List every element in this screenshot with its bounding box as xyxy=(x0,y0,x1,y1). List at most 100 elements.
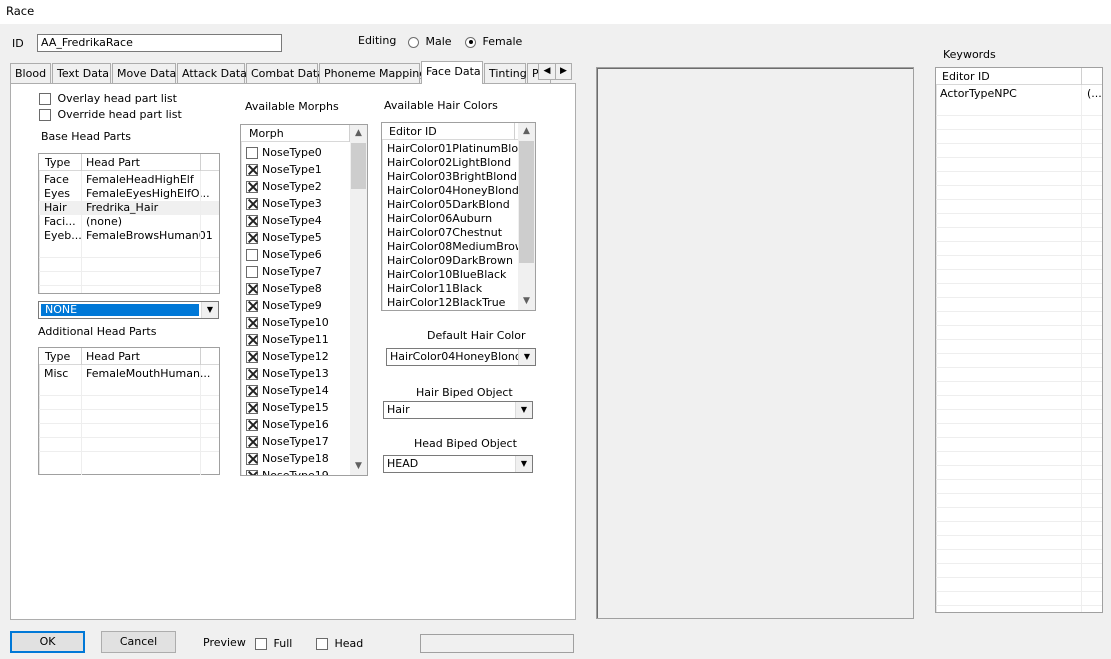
hair-color-item[interactable]: HairColor12BlackTrue xyxy=(387,296,535,310)
male-radio-circle[interactable] xyxy=(408,36,419,48)
column-header-head-part[interactable]: Head Part xyxy=(86,156,140,169)
hair-color-item[interactable]: HairColor09DarkBrown xyxy=(387,254,535,268)
table-row[interactable]: ActorTypeNPC (... xyxy=(936,87,1102,101)
hair-biped-combo[interactable]: Hair ▼ xyxy=(383,401,533,419)
morph-item[interactable]: NoseType18 xyxy=(246,452,329,469)
preview-pane[interactable] xyxy=(596,67,914,619)
morph-item[interactable]: NoseType16 xyxy=(246,418,329,435)
female-radio-circle[interactable] xyxy=(465,36,476,48)
head-checkbox-box[interactable] xyxy=(316,638,328,650)
tab-attack-data[interactable]: Attack Data xyxy=(177,63,247,83)
morph-checkbox[interactable] xyxy=(246,385,258,397)
morph-item[interactable]: NoseType15 xyxy=(246,401,329,418)
scroll-up-icon[interactable]: ▲ xyxy=(350,125,367,142)
hair-color-item[interactable]: HairColor10BlueBlack xyxy=(387,268,535,282)
head-part-combo[interactable]: NONE ▼ xyxy=(38,301,219,319)
hair-color-item[interactable]: HairColor11Black xyxy=(387,282,535,296)
morph-item[interactable]: NoseType13 xyxy=(246,367,329,384)
table-row[interactable]: Eyeb... FemaleBrowsHuman01 xyxy=(39,229,219,243)
full-checkbox[interactable]: Full xyxy=(255,637,292,650)
morph-checkbox[interactable] xyxy=(246,334,258,346)
default-hair-color-combo[interactable]: HairColor04HoneyBlond ▼ xyxy=(386,348,536,366)
head-checkbox[interactable]: Head xyxy=(316,637,363,650)
tab-scroll-right-icon[interactable]: ▶ xyxy=(555,64,571,79)
table-row[interactable]: Eyes FemaleEyesHighElfO... xyxy=(39,187,219,201)
morph-scrollbar[interactable]: ▲ ▼ xyxy=(350,125,367,475)
hair-color-item[interactable]: HairColor07Chestnut xyxy=(387,226,535,240)
override-checkbox[interactable]: Override head part list xyxy=(39,108,182,121)
morph-item[interactable]: NoseType6 xyxy=(246,248,322,265)
morph-checkbox[interactable] xyxy=(246,402,258,414)
morph-item[interactable]: NoseType1 xyxy=(246,163,322,180)
morph-checkbox[interactable] xyxy=(246,147,258,159)
morph-checkbox[interactable] xyxy=(246,283,258,295)
overlay-checkbox[interactable]: Overlay head part list xyxy=(39,92,177,105)
morph-checkbox[interactable] xyxy=(246,419,258,431)
morph-checkbox[interactable] xyxy=(246,181,258,193)
hair-color-item[interactable]: HairColor04HoneyBlond xyxy=(387,184,535,198)
scroll-down-icon[interactable]: ▼ xyxy=(350,458,367,475)
morph-item[interactable]: NoseType7 xyxy=(246,265,322,282)
hair-color-item[interactable]: HairColor02LightBlond xyxy=(387,156,535,170)
hair-color-item[interactable]: HairColor01PlatinumBlond xyxy=(387,142,535,156)
column-header-head-part[interactable]: Head Part xyxy=(86,350,140,363)
morph-checkbox[interactable] xyxy=(246,164,258,176)
morph-checkbox[interactable] xyxy=(246,215,258,227)
morph-item[interactable]: NoseType11 xyxy=(246,333,329,350)
cancel-button[interactable]: Cancel xyxy=(101,631,176,653)
column-header-type[interactable]: Type xyxy=(45,156,70,169)
column-header-type[interactable]: Type xyxy=(45,350,70,363)
morph-checkbox[interactable] xyxy=(246,232,258,244)
morph-checkbox[interactable] xyxy=(246,300,258,312)
override-checkbox-box[interactable] xyxy=(39,109,51,121)
hair-color-scrollbar[interactable]: ▲ ▼ xyxy=(518,123,535,310)
tab-move-data[interactable]: Move Data xyxy=(112,63,176,83)
chevron-down-icon[interactable]: ▼ xyxy=(515,456,532,472)
ok-button[interactable]: OK xyxy=(10,631,85,653)
scroll-down-icon[interactable]: ▼ xyxy=(518,293,535,310)
tab-tinting[interactable]: Tinting xyxy=(484,63,527,83)
female-radio[interactable]: Female xyxy=(465,35,522,48)
chevron-down-icon[interactable]: ▼ xyxy=(201,302,218,318)
morph-checkbox[interactable] xyxy=(246,266,258,278)
morph-item[interactable]: NoseType10 xyxy=(246,316,329,333)
morph-item[interactable]: NoseType12 xyxy=(246,350,329,367)
male-radio[interactable]: Male xyxy=(408,35,452,48)
morph-item[interactable]: NoseType5 xyxy=(246,231,322,248)
hair-color-item[interactable]: HairColor08MediumBrown xyxy=(387,240,535,254)
full-checkbox-box[interactable] xyxy=(255,638,267,650)
morph-item[interactable]: NoseType2 xyxy=(246,180,322,197)
chevron-down-icon[interactable]: ▼ xyxy=(515,402,532,418)
hair-color-item[interactable]: HairColor06Auburn xyxy=(387,212,535,226)
head-biped-combo[interactable]: HEAD ▼ xyxy=(383,455,533,473)
table-row-selected[interactable]: Hair Fredrika_Hair xyxy=(39,201,219,215)
table-row[interactable]: Face FemaleHeadHighElf xyxy=(39,173,219,187)
morph-checkbox[interactable] xyxy=(246,351,258,363)
scroll-thumb[interactable] xyxy=(519,141,534,263)
tab-phoneme-mapping[interactable]: Phoneme Mapping xyxy=(319,63,426,83)
scroll-thumb[interactable] xyxy=(351,143,366,189)
morph-checkbox[interactable] xyxy=(246,317,258,329)
id-input[interactable]: AA_FredrikaRace xyxy=(37,34,282,52)
morph-checkbox[interactable] xyxy=(246,470,258,475)
tab-combat-data[interactable]: Combat Data xyxy=(246,63,324,83)
morph-item[interactable]: NoseType3 xyxy=(246,197,322,214)
keywords-list[interactable]: Editor ID ActorTypeNPC (... xyxy=(935,67,1103,613)
scroll-up-icon[interactable]: ▲ xyxy=(518,123,535,140)
morph-item[interactable]: NoseType9 xyxy=(246,299,322,316)
overlay-checkbox-box[interactable] xyxy=(39,93,51,105)
hair-color-item[interactable]: HairColor03BrightBlond xyxy=(387,170,535,184)
tab-face-data[interactable]: Face Data xyxy=(421,61,483,84)
hair-color-item[interactable]: HairColor05DarkBlond xyxy=(387,198,535,212)
table-row[interactable]: Misc FemaleMouthHuman... xyxy=(39,367,219,381)
morph-list[interactable]: Morph NoseType0 NoseType1 NoseType2 NoseTyp… xyxy=(240,124,368,476)
tab-text-data[interactable]: Text Data xyxy=(52,63,111,83)
morph-checkbox[interactable] xyxy=(246,453,258,465)
morph-checkbox[interactable] xyxy=(246,368,258,380)
base-head-parts-list[interactable]: Type Head Part Face FemaleHeadHighElf Ey… xyxy=(38,153,220,294)
column-header-morph[interactable]: Morph xyxy=(249,127,284,140)
additional-head-parts-list[interactable]: Type Head Part Misc FemaleMouthHuman... xyxy=(38,347,220,475)
column-header-editor-id[interactable]: Editor ID xyxy=(942,70,990,83)
table-row[interactable]: Faci... (none) xyxy=(39,215,219,229)
tab-scroll-left-icon[interactable]: ◀ xyxy=(539,64,555,79)
